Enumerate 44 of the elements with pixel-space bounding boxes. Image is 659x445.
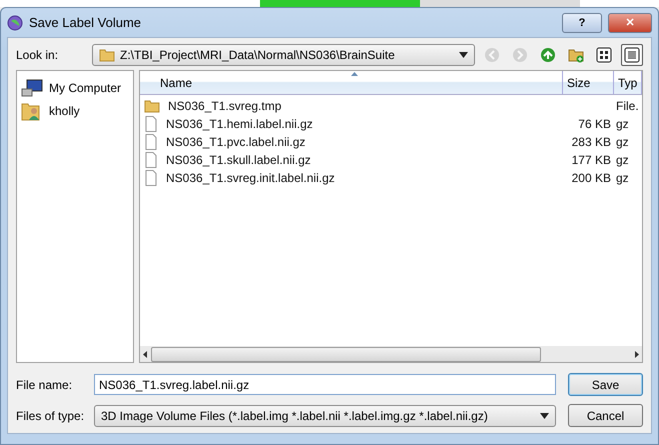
look-in-dropdown[interactable]: Z:\TBI_Project\MRI_Data\Normal\NS036\BrainSuite — [92, 44, 475, 66]
folder-icon — [99, 48, 115, 62]
file-type: gz — [615, 117, 630, 131]
file-icon — [144, 152, 158, 168]
file-type: gz — [615, 135, 630, 149]
column-header[interactable]: Name — [140, 71, 563, 94]
file-icon — [144, 170, 158, 186]
list-view-icon[interactable] — [621, 44, 643, 66]
file-icon — [144, 116, 158, 132]
file-size: 177 KB — [570, 153, 612, 167]
file-item[interactable]: NS036_T1.svreg.init.label.nii.gz — [140, 170, 563, 186]
help-button[interactable]: ? — [562, 12, 602, 32]
places-item[interactable]: kholly — [21, 100, 129, 121]
file-item[interactable]: NS036_T1.hemi.label.nii.gz — [140, 116, 563, 132]
file-name-label: File name: — [16, 378, 74, 392]
dropdown-caret-icon — [459, 52, 468, 58]
file-icon — [144, 134, 158, 150]
places-item[interactable]: My Computer — [21, 77, 129, 98]
file-type: File. — [615, 99, 640, 113]
file-type: gz — [615, 171, 630, 185]
look-in-label: Look in: — [16, 48, 60, 62]
file-type-label: Files of type: — [16, 408, 86, 422]
folder-icon — [144, 99, 160, 113]
file-size: 200 KB — [570, 171, 612, 185]
file-type: gz — [615, 153, 630, 167]
horizontal-scrollbar[interactable] — [140, 346, 642, 362]
window-title: Save Label Volume — [29, 15, 142, 30]
column-header[interactable]: Size — [563, 71, 614, 94]
file-size: 76 KB — [577, 117, 612, 131]
file-type-dropdown[interactable]: 3D Image Volume Files (*.label.img *.label.nii *.label.img.gz *.label.nii.gz) — [94, 404, 556, 426]
save-button[interactable]: Save — [568, 373, 643, 396]
file-item[interactable]: NS036_T1.skull.label.nii.gz — [140, 152, 563, 168]
file-size: 283 KB — [570, 135, 612, 149]
dropdown-caret-icon — [540, 412, 549, 418]
scrollbar-thumb[interactable] — [151, 346, 541, 362]
computer-icon — [21, 78, 43, 96]
column-header[interactable]: Typ — [614, 71, 642, 94]
file-item[interactable]: NS036_T1.svreg.tmp — [140, 99, 563, 113]
scroll-right-icon[interactable] — [635, 350, 639, 358]
file-name-field[interactable]: NS036_T1.svreg.label.nii.gz — [94, 374, 556, 395]
scroll-left-icon[interactable] — [143, 350, 147, 358]
app-globe-icon — [7, 14, 23, 30]
file-item[interactable]: NS036_T1.pvc.label.nii.gz — [140, 134, 563, 150]
cancel-button[interactable]: Cancel — [568, 404, 643, 427]
